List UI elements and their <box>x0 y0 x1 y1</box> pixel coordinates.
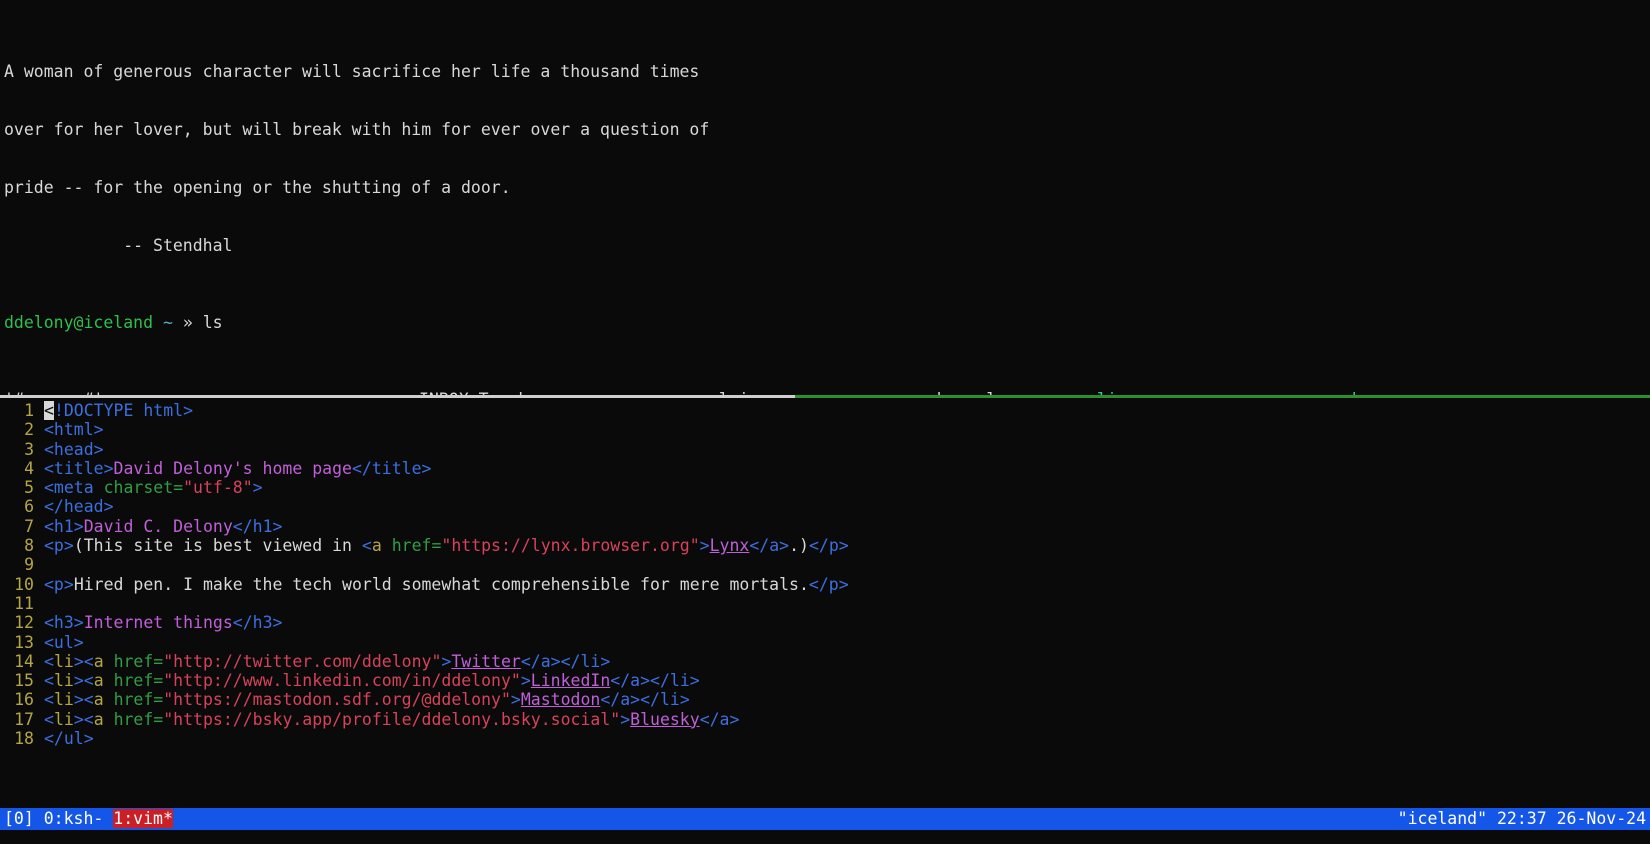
vim-line-number: 15 <box>14 671 34 691</box>
prompt-chevron-icon: » <box>182 312 193 332</box>
tmux-date: 26-Nov-24 <box>1556 809 1646 829</box>
ls-entry: geochronology.png <box>897 390 1097 395</box>
vim-line-number: 5 <box>24 478 34 498</box>
vim-line-number: 3 <box>24 439 34 459</box>
vim-line-content: <ul> <box>44 632 84 652</box>
ls-entry: INBOX.Trash <box>419 390 709 395</box>
ls-entry: lisp <box>1097 390 1332 395</box>
ls-entry: '#.emacs#' <box>4 390 419 395</box>
vim-line-content: <li><a href="https://mastodon.sdf.org/@d… <box>44 690 690 710</box>
vim-line[interactable]: 18 </ul> <box>0 729 1650 748</box>
prompt-cwd: ~ <box>162 312 173 332</box>
vim-line-number: 8 <box>24 536 34 556</box>
vim-line-content: <title>David Delony's home page</title> <box>44 458 432 478</box>
vim-line-content: <h1>David C. Delony</h1> <box>44 516 283 536</box>
vim-line-number: 4 <box>24 458 34 478</box>
vim-line[interactable]: 7 <h1>David C. Delony</h1> <box>0 517 1650 536</box>
vim-line[interactable]: 8 <p>(This site is best viewed in <a href… <box>0 536 1650 555</box>
vim-line[interactable]: 6 </head> <box>0 497 1650 516</box>
ls-column-2: INBOX.TrashKJV-PCE-TSK.dbMailMiniforge3-… <box>419 390 709 395</box>
quote-attribution: -- Stendhal <box>4 235 233 255</box>
vim-line[interactable]: 3 <head> <box>0 440 1650 459</box>
ls-column-1: '#.emacs#''#.profile#''*=UTF-8--Unix_his… <box>4 390 419 395</box>
vim-line-content: <h3>Internet things</h3> <box>44 613 283 633</box>
vim-line[interactable]: 15 <li><a href="http://www.linkedin.com/i… <box>0 671 1650 690</box>
vim-line-content: <meta charset="utf-8"> <box>44 478 263 498</box>
vim-line-number: 7 <box>24 516 34 536</box>
quote-line-3: pride -- for the opening or the shutting… <box>4 177 511 197</box>
vim-pane[interactable]: 1 <!DOCTYPE html> 2 <html> 3 <head> 4 <title>Da… <box>0 398 1650 844</box>
vim-line-number: 13 <box>14 632 34 652</box>
vim-line[interactable]: 17 <li><a href="https://bsky.app/profile/… <box>0 710 1650 729</box>
tmux-time: 22:37 <box>1496 809 1547 829</box>
ls-column-4: geochronology.pnggopherhardcopy.3helloht… <box>897 390 1097 395</box>
vim-line-number: 11 <box>14 593 34 613</box>
ls-column-3: alpine.corebindead.letterdocdumpemacs_cl… <box>709 390 897 395</box>
vim-line[interactable]: 4 <title>David Delony's home page</title> <box>0 459 1650 478</box>
vim-line-number: 17 <box>14 709 34 729</box>
vim-line[interactable]: 2 <html> <box>0 420 1650 439</box>
vim-line-number: 12 <box>14 613 34 633</box>
ls-column-5: lispmailmboxmean_length.shnethack_guideb… <box>1097 390 1332 395</box>
tmux-host: "iceland" <box>1397 809 1488 829</box>
tmux-windows[interactable]: 0:ksh- 1:vim* <box>34 809 173 829</box>
vim-line-content: <p>Hired pen. I make the tech world some… <box>44 574 849 594</box>
vim-line-content: </head> <box>44 497 114 517</box>
shell-prompt-ls: ddelony@iceland ~ » ls <box>4 313 1650 332</box>
vim-line[interactable]: 10 <p>Hired pen. I make the tech world so… <box>0 575 1650 594</box>
prompt-user-host: ddelony@iceland <box>4 312 154 332</box>
vim-line-number: 6 <box>24 497 34 517</box>
bottom-padding <box>0 830 1650 844</box>
vim-line[interactable]: 16 <li><a href="https://mastodon.sdf.org/… <box>0 690 1650 709</box>
vim-line-number: 14 <box>14 651 34 671</box>
vim-line-number: 16 <box>14 690 34 710</box>
vim-line[interactable]: 1 <!DOCTYPE html> <box>0 401 1650 420</box>
vim-line[interactable]: 14 <li><a href="http://twitter.com/ddelon… <box>0 652 1650 671</box>
quote-line-1: A woman of generous character will sacri… <box>4 61 700 81</box>
vim-line[interactable]: 13 <ul> <box>0 633 1650 652</box>
tmux-session-id[interactable]: [0] <box>4 809 34 828</box>
vim-line-content: <li><a href="https://bsky.app/profile/dd… <box>44 709 740 729</box>
terminal-screen: A woman of generous character will sacri… <box>0 0 1650 844</box>
vim-line-content: <!DOCTYPE html> <box>44 401 194 420</box>
vim-line-number: 18 <box>14 729 34 749</box>
tmux-status-bar[interactable]: [0] 0:ksh- 1:vim* "iceland" 22:37 26-Nov… <box>0 808 1650 830</box>
vim-line-content: <li><a href="http://twitter.com/ddelony"… <box>44 651 611 671</box>
vim-line[interactable]: 5 <meta charset="utf-8"> <box>0 478 1650 497</box>
vim-line-number: 2 <box>24 420 34 440</box>
vim-line-content: <html> <box>44 420 104 440</box>
ls-entry: scheme <box>1332 390 1632 395</box>
ls-entry: alpine.core <box>709 390 897 395</box>
vim-line[interactable]: 12 <h3>Internet things</h3> <box>0 613 1650 632</box>
vim-line-content: <li><a href="http://www.linkedin.com/in/… <box>44 671 700 691</box>
vim-line[interactable]: 9 <box>0 555 1650 574</box>
shell-pane[interactable]: A woman of generous character will sacri… <box>0 0 1650 395</box>
tmux-window[interactable]: 0:ksh- <box>34 809 113 828</box>
quote-line-2: over for her lover, but will break with … <box>4 119 710 139</box>
vim-line-content: </ul> <box>44 729 94 749</box>
tmux-window-active[interactable]: 1:vim* <box>113 809 173 829</box>
vim-line-number: 9 <box>24 555 34 575</box>
tmux-window-list[interactable]: [0] 0:ksh- 1:vim* <box>0 809 173 829</box>
typed-command: ls <box>202 312 223 332</box>
vim-buffer[interactable]: 1 <!DOCTYPE html> 2 <html> 3 <head> 4 <title>Da… <box>0 401 1650 748</box>
vim-line[interactable]: 11 <box>0 594 1650 613</box>
vim-line-number: 10 <box>14 574 34 594</box>
ls-output-grid: '#.emacs#''#.profile#''*=UTF-8--Unix_his… <box>4 390 1650 395</box>
vim-line-number: 1 <box>24 401 34 420</box>
vim-line-content: <p>(This site is best viewed in <a href=… <box>44 536 849 556</box>
vim-line-content: <head> <box>44 439 104 459</box>
ls-column-6: schemesdf_welcome.txtsentsrctmux-client-… <box>1332 390 1632 395</box>
